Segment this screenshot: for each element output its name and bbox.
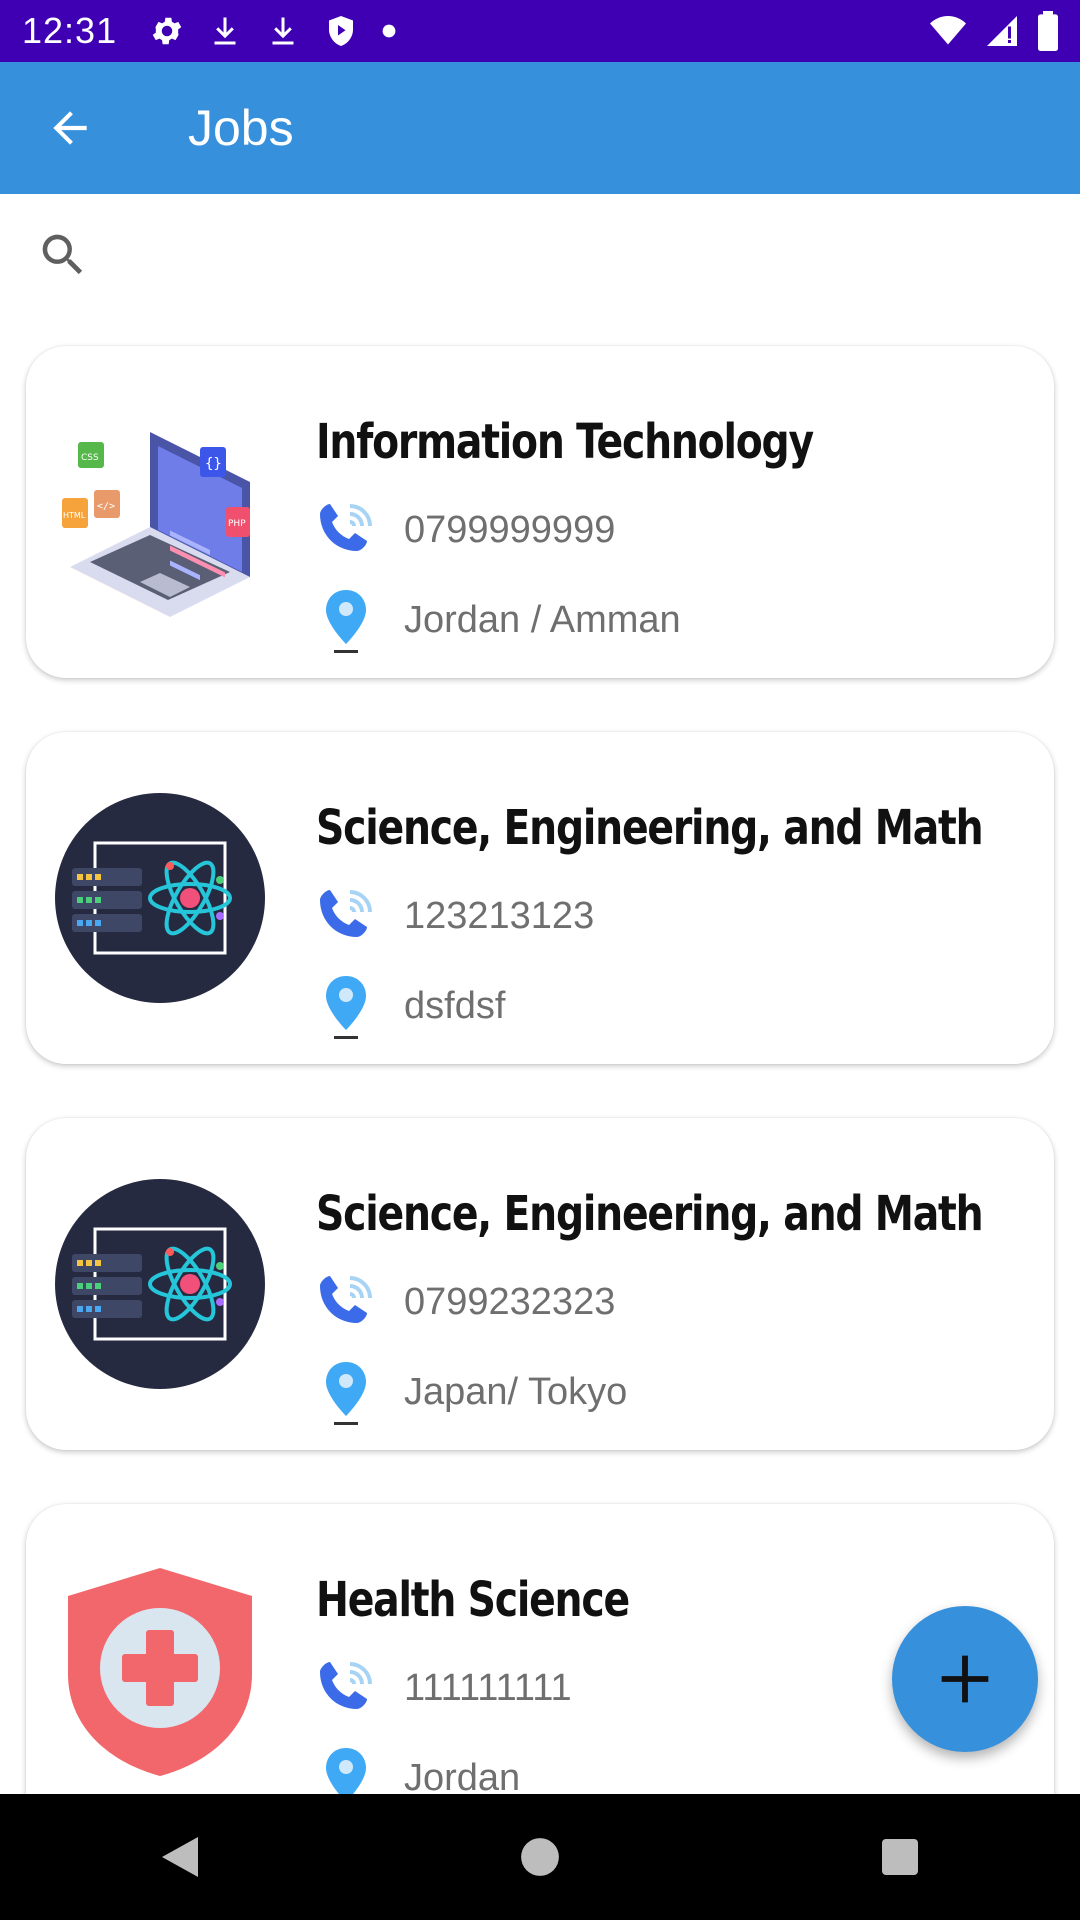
job-list: {} PHP CSS HTML </> Information Technolo… [0,314,1080,1794]
job-title: Science, Engineering, and Math [316,1186,984,1242]
job-title: Science, Engineering, and Math [316,800,984,856]
dot-icon [382,24,396,38]
signal-icon [987,16,1017,46]
job-card[interactable]: {} PHP CSS HTML </> Information Technolo… [26,346,1054,678]
job-phone: 111111111 [404,1667,572,1709]
science-atom-illustration [55,1179,265,1389]
nav-home-button[interactable] [500,1817,580,1897]
download-icon [214,17,236,45]
status-bar: 12:31 [0,0,1080,62]
svg-text:{}: {} [205,456,222,472]
app-bar: Jobs [0,62,1080,194]
search-bar [0,194,1080,314]
nav-back-button[interactable] [140,1817,220,1897]
nav-recents-button[interactable] [860,1817,940,1897]
job-phone: 0799232323 [404,1281,616,1323]
status-time: 12:31 [22,10,118,51]
phone-icon [320,890,372,937]
status-icons-left [149,13,397,49]
svg-text:</>: </> [97,501,115,512]
shield-icon [329,16,354,46]
phone-icon [320,1662,372,1709]
system-nav-bar [0,1794,1080,1920]
battery-icon [1038,11,1058,51]
phone-icon [320,504,372,551]
home-circle-icon [521,1838,559,1876]
page-title: Jobs [188,100,294,156]
job-phone: 123213123 [404,895,595,937]
job-title: Information Technology [316,414,814,470]
job-location: Jordan [404,1757,521,1794]
job-location: Japan/ Tokyo [404,1371,628,1413]
location-pin-icon [326,590,366,653]
job-card[interactable]: Science, Engineering, and Math 079923232… [26,1118,1054,1450]
svg-text:PHP: PHP [228,519,246,529]
laptop-code-illustration: {} PHP CSS HTML </> [62,432,250,617]
search-input[interactable] [110,222,1014,288]
science-atom-illustration [55,793,265,1003]
back-triangle-icon [162,1837,198,1877]
location-pin-icon [326,1748,366,1794]
add-job-button[interactable] [892,1606,1038,1752]
wifi-icon [930,16,966,45]
job-title: Health Science [316,1572,630,1628]
job-phone: 0799999999 [404,509,616,551]
job-location: Jordan / Amman [404,599,681,641]
job-card[interactable]: Science, Engineering, and Math 123213123… [26,732,1054,1064]
phone-icon [320,1276,372,1323]
arrow-back-icon [53,111,87,145]
location-pin-icon [326,1362,366,1425]
search-icon[interactable] [36,228,90,282]
recents-square-icon [882,1839,918,1875]
status-icons-right [928,0,1060,62]
back-button[interactable] [40,98,100,158]
job-location: dsfdsf [404,985,506,1027]
svg-text:CSS: CSS [81,453,99,463]
download-icon [272,17,294,45]
health-shield-illustration [68,1568,252,1776]
plus-icon [941,1655,989,1703]
svg-text:HTML: HTML [63,511,86,520]
location-pin-icon [326,976,366,1039]
settings-icon [152,17,182,45]
